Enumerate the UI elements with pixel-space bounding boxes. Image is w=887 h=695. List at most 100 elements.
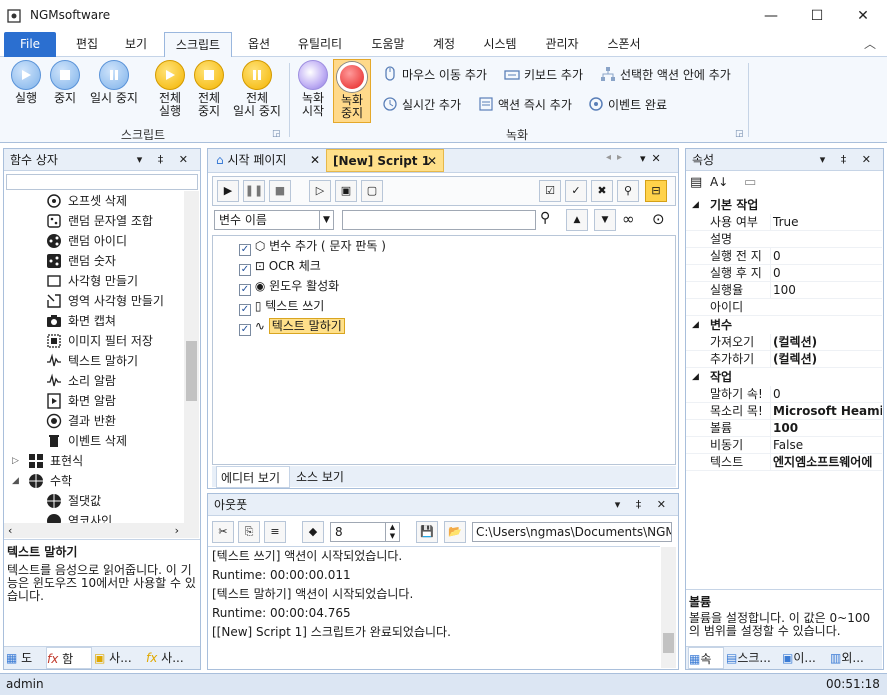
property-row[interactable]: 추가하기 (컬렉션) [686, 351, 882, 368]
broom-icon[interactable]: ✂ [212, 521, 234, 543]
tab-utility[interactable]: 유틸리티 [286, 32, 354, 57]
run-all-button[interactable]: 전체 실행 [150, 60, 190, 118]
variable-search-input[interactable] [342, 210, 536, 230]
property-row[interactable]: 말하기 속! 0 [686, 386, 882, 403]
tab-external[interactable]: ▥외... [830, 647, 880, 669]
property-row[interactable]: 사용 여부 True [686, 214, 882, 231]
tab-properties[interactable]: ▦속 [688, 647, 724, 669]
tree-item[interactable]: 랜덤 숫자 [46, 251, 184, 271]
copy-icon[interactable]: ⎘ [238, 521, 260, 543]
stop-all-button[interactable]: 전체 중지 [189, 60, 229, 118]
move-up-icon[interactable]: ▲ [566, 209, 588, 231]
line-count-stepper[interactable]: 8 ▲ ▼ [330, 522, 400, 542]
tree-item[interactable]: 화면 알람 [46, 391, 184, 411]
maximize-button[interactable]: ☐ [794, 0, 840, 32]
tree-item[interactable]: ▷ 표현식 [12, 451, 184, 471]
run-button[interactable]: 실행 [6, 60, 46, 105]
checkbox[interactable]: ✓ [239, 304, 251, 316]
run-icon[interactable]: ▶ [217, 180, 239, 202]
property-row[interactable]: 실행 후 지0 [686, 265, 882, 282]
tree-item[interactable]: 결과 반환 [46, 411, 184, 431]
collapse-icon[interactable]: ◢ [692, 196, 699, 214]
property-pages-icon[interactable]: ▭ [744, 175, 756, 190]
tree-item[interactable]: 이벤트 삭제 [46, 431, 184, 451]
add-keyboard-button[interactable]: 키보드 추가 [504, 65, 583, 85]
action-row[interactable]: ✓ ⬡ 변수 추가 ( 문자 판독 ) [239, 236, 386, 256]
collapse-ribbon-icon[interactable]: ︿ [858, 32, 882, 57]
function-search-input[interactable] [6, 174, 198, 190]
dialog-launcher-icon[interactable]: ◲ [272, 129, 281, 139]
folder-icon[interactable]: 📂 [444, 521, 466, 543]
add-immediate-button[interactable]: 액션 즉시 추가 [478, 95, 572, 115]
checkbox[interactable]: ✓ [239, 244, 251, 256]
tab-system[interactable]: 시스템 [472, 32, 528, 57]
eraser-icon[interactable]: ◆ [302, 521, 324, 543]
sort-az-icon[interactable]: A↓ [710, 175, 728, 189]
tab-help[interactable]: 도움말 [360, 32, 416, 57]
close-tab-icon[interactable]: ✕ [310, 149, 320, 171]
tree-item[interactable]: 오프셋 삭제 [46, 191, 184, 211]
property-row[interactable]: 가져오기 (컬렉션) [686, 334, 882, 351]
tree-item[interactable]: 랜덤 아이디 [46, 231, 184, 251]
delete-icon[interactable]: ✖ [591, 180, 613, 202]
panel-header-buttons[interactable]: ▾✕ [640, 152, 667, 165]
tab-image[interactable]: ▣이... [782, 647, 828, 669]
tab-file[interactable]: File [4, 32, 56, 57]
tab-user[interactable]: ▣ 사... [94, 647, 144, 669]
horizontal-scrollbar[interactable]: ‹ › [4, 523, 199, 538]
add-realtime-button[interactable]: 실시간 추가 [382, 95, 461, 115]
tree-item[interactable]: 역코사인 [46, 511, 184, 523]
tab-admin[interactable]: 관리자 [534, 32, 590, 57]
tree-item[interactable]: 소리 알람 [46, 371, 184, 391]
tab-start-page[interactable]: ⌂ 시작 페이지 ✕ [210, 149, 324, 172]
property-row[interactable]: 볼륨 100 [686, 420, 882, 437]
move-down-icon[interactable]: ▼ [594, 209, 616, 231]
search-icon[interactable]: ⚲ [617, 180, 639, 202]
action-row-selected[interactable]: ✓ ∿ 텍스트 말하기 [239, 316, 345, 336]
run-from-icon[interactable]: ▢ [361, 180, 383, 202]
wrap-icon[interactable]: ≡ [264, 521, 286, 543]
collapse-icon[interactable]: ◢ [692, 316, 699, 334]
tree-item[interactable]: 화면 캡쳐 [46, 311, 184, 331]
tab-view[interactable]: 보기 [112, 32, 160, 57]
tab-nav-icons[interactable]: ◂▸ [606, 152, 628, 163]
collapse-icon[interactable]: ◢ [692, 368, 699, 386]
output-scrollbar[interactable] [661, 547, 676, 668]
tab-user-function[interactable]: fx 사... [146, 647, 198, 669]
run-selected-icon[interactable]: ▣ [335, 180, 357, 202]
panel-header-buttons[interactable]: ▾ ‡ ✕ [137, 149, 194, 171]
tab-options[interactable]: 옵션 [236, 32, 282, 57]
tab-function[interactable]: fx 함 [46, 647, 92, 669]
stop-icon[interactable]: ■ [269, 180, 291, 202]
checkbox[interactable]: ✓ [239, 264, 251, 276]
pause-all-button[interactable]: 전체 일시 중지 [228, 60, 286, 118]
tab-source-view[interactable]: 소스 보기 [292, 466, 354, 488]
action-row[interactable]: ✓ ▯ 텍스트 쓰기 [239, 296, 324, 316]
search-icon[interactable]: ⚲ [540, 210, 550, 226]
checkbox[interactable]: ✓ [239, 324, 251, 336]
expand-icon[interactable]: ▷ [12, 451, 19, 471]
tree-item[interactable]: 텍스트 말하기 [46, 351, 184, 371]
property-row[interactable]: 실행율 100 [686, 282, 882, 299]
property-row[interactable]: 비동기 False [686, 437, 882, 454]
tree-item[interactable]: 사각형 만들기 [46, 271, 184, 291]
save-icon[interactable]: 💾 [416, 521, 438, 543]
tree-view-icon[interactable]: ⊟ [645, 180, 667, 202]
variable-name-select[interactable]: 변수 이름 ▼ [214, 210, 334, 230]
property-row[interactable]: 텍스트 엔지엠소프트웨어에 [686, 454, 882, 471]
pause-button[interactable]: 일시 중지 [84, 60, 144, 105]
add-mouse-move-button[interactable]: 마우스 이동 추가 [382, 65, 487, 85]
panel-header-buttons[interactable]: ▾ ‡ ✕ [820, 149, 877, 171]
tab-tool[interactable]: ▦ 도 [6, 647, 44, 669]
tab-sponsor[interactable]: 스폰서 [596, 32, 652, 57]
categorized-icon[interactable]: ▤ [690, 175, 702, 190]
tab-new-script[interactable]: [New] Script 1 ✕ [326, 149, 444, 172]
property-category[interactable]: ◢ 기본 작업 [686, 196, 882, 214]
property-row[interactable]: 설명 [686, 231, 882, 248]
output-path-field[interactable]: C:\Users\ngmas\Documents\NGM6\ [472, 522, 672, 542]
property-category[interactable]: ◢ 변수 [686, 316, 882, 334]
tree-item[interactable]: 영역 사각형 만들기 [46, 291, 184, 311]
tree-item[interactable]: ◢ 수학 [12, 471, 184, 491]
tab-editor-view[interactable]: 에디터 보기 [216, 466, 290, 488]
event-done-button[interactable]: 이벤트 완료 [588, 95, 667, 115]
